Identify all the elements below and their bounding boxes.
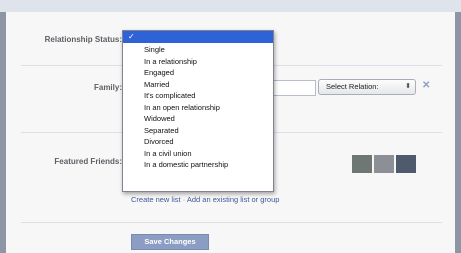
select-relation-dropdown[interactable]: Select Relation: ⬍: [318, 79, 416, 95]
link-separator: ·: [182, 195, 186, 204]
divider: [21, 222, 442, 223]
relationship-status-dropdown[interactable]: ✓ Single In a relationship Engaged Marri…: [122, 30, 274, 192]
dropdown-selected-blank-option[interactable]: ✓: [123, 31, 273, 43]
relationship-status-label: Relationship Status:: [44, 35, 122, 44]
featured-friends-label: Featured Friends:: [54, 157, 122, 166]
family-name-input[interactable]: [272, 80, 316, 96]
option-civil-union[interactable]: In a civil union: [123, 148, 273, 160]
option-single[interactable]: Single: [123, 44, 273, 56]
featured-friends-photos: [352, 155, 418, 173]
option-open-relationship[interactable]: In an open relationship: [123, 102, 273, 114]
option-separated[interactable]: Separated: [123, 125, 273, 137]
top-bar: [0, 0, 461, 12]
friend-photo[interactable]: [396, 155, 416, 173]
option-married[interactable]: Married: [123, 79, 273, 91]
friend-list-links: Create new list · Add an existing list o…: [131, 195, 279, 204]
create-new-list-link[interactable]: Create new list: [131, 195, 181, 204]
option-widowed[interactable]: Widowed: [123, 113, 273, 125]
save-changes-button[interactable]: Save Changes: [131, 234, 209, 250]
friend-photo[interactable]: [352, 155, 372, 173]
select-arrows-icon: ⬍: [405, 83, 411, 90]
friend-photo[interactable]: [374, 155, 394, 173]
option-divorced[interactable]: Divorced: [123, 136, 273, 148]
select-relation-label: Select Relation:: [326, 82, 379, 91]
option-domestic-partnership[interactable]: In a domestic partnership: [123, 159, 273, 171]
option-in-a-relationship[interactable]: In a relationship: [123, 56, 273, 68]
family-label: Family:: [93, 83, 122, 92]
checkmark-icon: ✓: [128, 32, 135, 41]
remove-family-icon[interactable]: ✕: [422, 80, 430, 91]
add-existing-list-link[interactable]: Add an existing list or group: [187, 195, 280, 204]
option-engaged[interactable]: Engaged: [123, 67, 273, 79]
option-its-complicated[interactable]: It's complicated: [123, 90, 273, 102]
window-frame-right: [455, 12, 461, 253]
